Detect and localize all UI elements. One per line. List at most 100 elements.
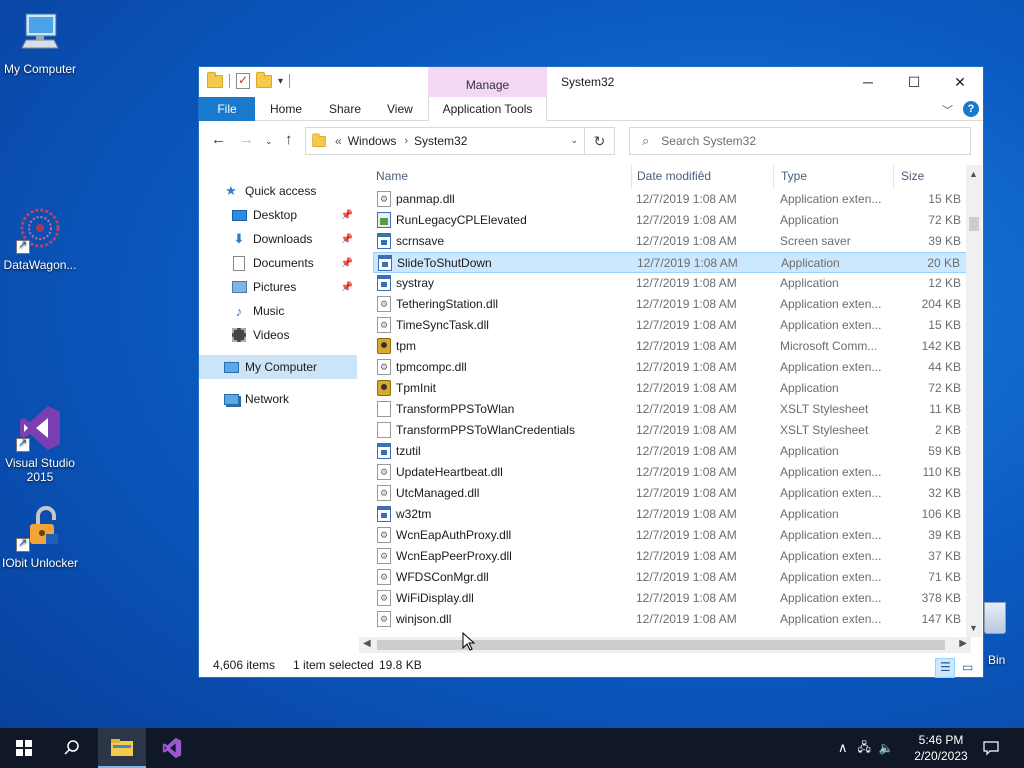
tab-file[interactable]: File — [199, 97, 255, 121]
breadcrumb-separator-icon[interactable]: › — [404, 135, 408, 147]
file-name: TpmInit — [396, 381, 437, 395]
desktop-icon-datawagon[interactable]: DataWagon... — [0, 206, 80, 272]
file-row[interactable]: WiFiDisplay.dll 12/7/2019 1:08 AM Applicat… — [373, 588, 969, 609]
tab-share[interactable]: Share — [329, 97, 361, 121]
desktop-icon-visual-studio[interactable]: Visual Studio 2015 — [0, 404, 80, 484]
nav-documents[interactable]: Documents 📌 — [199, 251, 357, 275]
pin-icon[interactable]: 📌 — [341, 282, 353, 293]
file-row[interactable]: scrnsave 12/7/2019 1:08 AM Screen saver 39 … — [373, 231, 969, 252]
show-hidden-icons-icon[interactable]: ∧ — [838, 740, 848, 756]
recent-locations-icon[interactable]: ⌄ — [265, 136, 273, 147]
file-row[interactable]: TpmInit 12/7/2019 1:08 AM Application 72 KB — [373, 378, 969, 399]
expand-ribbon-icon[interactable]: ﹀ — [942, 102, 953, 118]
file-type: XSLT Stylesheet — [780, 423, 869, 437]
file-row[interactable]: TimeSyncTask.dll 12/7/2019 1:08 AM Applica… — [373, 315, 969, 336]
pin-icon[interactable]: 📌 — [341, 210, 353, 221]
up-icon[interactable]: ↑ — [285, 131, 293, 148]
tab-home[interactable]: Home — [270, 97, 302, 121]
file-row[interactable]: panmap.dll 12/7/2019 1:08 AM Application e… — [373, 189, 969, 210]
breadcrumb-overflow[interactable]: « — [335, 134, 342, 148]
search-button[interactable] — [48, 728, 96, 768]
file-row[interactable]: systray 12/7/2019 1:08 AM Application 12 KB — [373, 273, 969, 294]
file-row[interactable]: SlideToShutDown 12/7/2019 1:08 AM Applicat… — [373, 252, 969, 273]
file-row[interactable]: tpmcompc.dll 12/7/2019 1:08 AM Application… — [373, 357, 969, 378]
address-bar[interactable]: « Windows › System32 ⌄ ↻ — [305, 127, 615, 155]
network-icon[interactable]: 🖧 — [858, 738, 871, 759]
column-divider[interactable] — [773, 165, 774, 189]
nav-videos[interactable]: Videos — [199, 323, 357, 347]
column-date-modified[interactable]: Date modified — [637, 169, 711, 183]
nav-quick-access[interactable]: ★ Quick access — [199, 179, 357, 203]
desktop-icon-recycle-bin[interactable]: Bin — [984, 602, 1024, 672]
taskbar-visual-studio[interactable] — [148, 728, 196, 768]
file-row[interactable]: RunLegacyCPLElevated 12/7/2019 1:08 AM App… — [373, 210, 969, 231]
new-folder-icon[interactable] — [256, 71, 272, 88]
properties-icon[interactable] — [236, 73, 250, 89]
scroll-left-icon[interactable]: ◀ — [363, 638, 371, 649]
scroll-down-icon[interactable]: ▼ — [969, 623, 978, 633]
column-headers: Name ^ Date modified Type Size — [369, 165, 983, 189]
file-row[interactable]: tpm 12/7/2019 1:08 AM Microsoft Comm... 142… — [373, 336, 969, 357]
scroll-thumb[interactable] — [969, 217, 979, 231]
column-name[interactable]: Name — [376, 169, 408, 183]
clock[interactable]: 5:46 PM 2/20/2023 — [906, 732, 976, 764]
address-dropdown-icon[interactable]: ⌄ — [570, 135, 578, 146]
file-date-modified: 12/7/2019 1:08 AM — [636, 528, 737, 542]
nav-network[interactable]: Network — [199, 387, 357, 411]
volume-icon[interactable]: 🔈 — [879, 741, 894, 755]
file-row[interactable]: TransformPPSToWlanCredentials 12/7/2019 1… — [373, 420, 969, 441]
dll-file-icon — [377, 548, 391, 564]
file-type: Application — [780, 381, 839, 395]
help-icon[interactable]: ? — [963, 101, 979, 117]
desktop-icon-iobit-unlocker[interactable]: IObit Unlocker — [0, 504, 80, 570]
file-row[interactable]: WFDSConMgr.dll 12/7/2019 1:08 AM Applicati… — [373, 567, 969, 588]
column-type[interactable]: Type — [781, 169, 807, 183]
refresh-icon[interactable]: ↻ — [584, 128, 614, 154]
file-row[interactable]: winjson.dll 12/7/2019 1:08 AM Application … — [373, 609, 969, 630]
taskbar-file-explorer[interactable] — [98, 728, 146, 768]
nav-music[interactable]: ♪ Music — [199, 299, 357, 323]
maximize-button[interactable]: ☐ — [891, 67, 937, 97]
vertical-scrollbar[interactable]: ▲ ▼ — [966, 165, 982, 637]
manage-context-tab[interactable]: Manage — [428, 67, 547, 97]
nav-pictures[interactable]: Pictures 📌 — [199, 275, 357, 299]
file-type: Application exten... — [780, 591, 882, 605]
column-size[interactable]: Size — [901, 169, 924, 183]
file-row[interactable]: w32tm 12/7/2019 1:08 AM Application 106 KB — [373, 504, 969, 525]
file-row[interactable]: WcnEapAuthProxy.dll 12/7/2019 1:08 AM Appl… — [373, 525, 969, 546]
pin-icon[interactable]: 📌 — [341, 258, 353, 269]
pin-icon[interactable]: 📌 — [341, 234, 353, 245]
scroll-up-icon[interactable]: ▲ — [969, 169, 978, 179]
close-button[interactable]: ✕ — [937, 67, 983, 97]
start-button[interactable] — [0, 728, 48, 768]
search-input[interactable]: ⌕ Search System32 — [629, 127, 971, 155]
back-icon[interactable]: ← — [211, 131, 226, 148]
file-row[interactable]: TetheringStation.dll 12/7/2019 1:08 AM App… — [373, 294, 969, 315]
dll-file-icon — [377, 590, 391, 606]
tab-view[interactable]: View — [387, 97, 413, 121]
column-divider[interactable] — [893, 165, 894, 189]
details-view-button[interactable] — [935, 658, 955, 678]
action-center-button[interactable] — [968, 728, 1014, 768]
file-date-modified: 12/7/2019 1:08 AM — [636, 612, 737, 626]
forward-icon[interactable]: → — [239, 131, 254, 148]
file-row[interactable]: TransformPPSToWlan 12/7/2019 1:08 AM XSLT … — [373, 399, 969, 420]
nav-downloads[interactable]: ⬇ Downloads 📌 — [199, 227, 357, 251]
nav-my-computer[interactable]: My Computer — [199, 355, 357, 379]
nav-desktop[interactable]: Desktop 📌 — [199, 203, 357, 227]
minimize-button[interactable]: ─ — [845, 67, 891, 97]
scroll-right-icon[interactable]: ▶ — [959, 638, 967, 649]
file-row[interactable]: UtcManaged.dll 12/7/2019 1:08 AM Applicati… — [373, 483, 969, 504]
file-row[interactable]: tzutil 12/7/2019 1:08 AM Application 59 KB — [373, 441, 969, 462]
column-divider[interactable] — [631, 165, 632, 189]
tab-application-tools[interactable]: Application Tools — [428, 97, 547, 121]
customize-qat-icon[interactable]: ▾ — [278, 76, 283, 87]
large-icons-view-button[interactable] — [957, 658, 977, 678]
horizontal-scrollbar[interactable]: ◀ ▶ — [359, 637, 971, 653]
file-row[interactable]: WcnEapPeerProxy.dll 12/7/2019 1:08 AM Appl… — [373, 546, 969, 567]
file-row[interactable]: UpdateHeartbeat.dll 12/7/2019 1:08 AM Appl… — [373, 462, 969, 483]
desktop-icon-my-computer[interactable]: My Computer — [0, 10, 80, 76]
breadcrumb-system32[interactable]: System32 — [414, 134, 467, 148]
breadcrumb-windows[interactable]: Windows — [348, 134, 397, 148]
title-bar[interactable]: ▾ Manage System32 ─ ☐ ✕ — [199, 67, 983, 97]
